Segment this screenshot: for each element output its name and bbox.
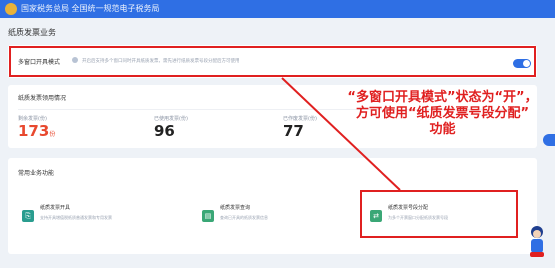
annotation-callout: “多窗口开具模式”状态为“开”， 方可使用“纸质发票号段分配” 功能: [340, 90, 545, 138]
annotation-line-2: 方可使用“纸质发票号段分配”: [355, 106, 530, 121]
annotation-line-3: 功能: [429, 122, 456, 137]
assistant-mascot-icon[interactable]: [527, 224, 547, 258]
help-float-tab[interactable]: [543, 134, 555, 146]
annotation-line-1: “多窗口开具模式”状态为“开”，: [347, 90, 538, 105]
